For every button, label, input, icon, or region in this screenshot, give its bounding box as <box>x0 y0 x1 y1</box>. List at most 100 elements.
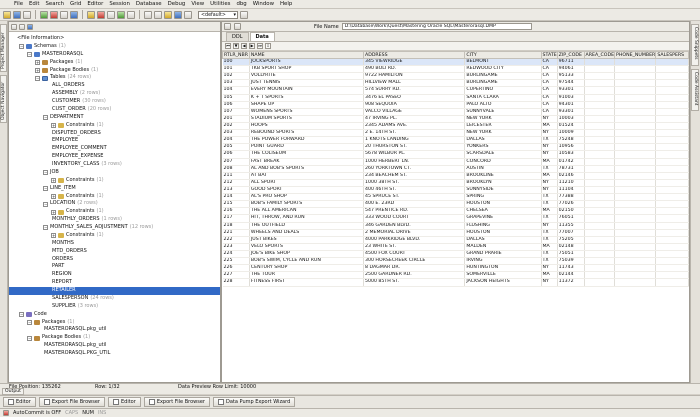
table-cell[interactable] <box>655 179 689 187</box>
tab-code-snippets[interactable]: Code Snippets <box>691 24 699 66</box>
table-cell[interactable]: 223 <box>222 243 250 251</box>
menu-session[interactable]: Session <box>109 1 130 7</box>
table-cell[interactable]: AT BAT <box>249 172 365 180</box>
load-icon[interactable] <box>27 23 33 30</box>
table-cell[interactable]: SOMERVILLE <box>464 271 542 280</box>
table-cell[interactable] <box>584 86 616 95</box>
tab-data[interactable]: Data <box>249 32 275 41</box>
filter-icon[interactable]: ▼ <box>233 43 239 49</box>
collapse-icon[interactable]: − <box>27 52 32 58</box>
table-cell[interactable] <box>655 214 689 223</box>
expand-icon[interactable]: + <box>51 209 56 215</box>
table-cell[interactable]: SCARSDALE <box>464 150 542 159</box>
table-cell[interactable] <box>655 186 689 195</box>
table-row[interactable]: 103 JUST TENNIS HILLVIEW MALL BURLINGAME CA 9… <box>222 79 689 88</box>
table-cell[interactable]: 217 <box>222 214 250 223</box>
table-row[interactable]: 226 CENTURY SHOP 8 DAGMAR DR. HUNTINGTON NY 1… <box>222 264 689 273</box>
table-cell[interactable]: WOMENS SPORTS <box>249 108 365 116</box>
table-cell[interactable] <box>614 186 657 195</box>
table-cell[interactable] <box>655 72 689 81</box>
expand-icon[interactable]: + <box>51 178 56 184</box>
table-cell[interactable]: CHELSEA <box>464 207 542 216</box>
menu-debug[interactable]: Debug <box>168 1 186 7</box>
table-cell[interactable]: 75039 <box>557 257 585 266</box>
table-cell[interactable] <box>655 101 689 109</box>
table-cell[interactable]: 908 SEQUOIA <box>363 101 466 109</box>
table-cell[interactable] <box>655 278 689 287</box>
tree-node[interactable]: ORDERS <box>9 256 220 264</box>
table-cell[interactable]: THE COLISEUM <box>249 150 365 159</box>
table-cell[interactable]: SUNNYSIDE <box>464 186 542 195</box>
table-cell[interactable]: THE OUTFIELD <box>249 222 365 230</box>
table-cell[interactable]: 23 WHITE ST. <box>363 243 466 251</box>
menu-utilities[interactable]: Utilities <box>210 1 230 7</box>
table-cell[interactable]: 225 <box>222 257 250 266</box>
column-header[interactable]: PHONE_NUMBER <box>614 51 657 59</box>
table-row[interactable]: 214 AL'S PRO SHOP 45 SPRUCE ST. SPRING TX 773… <box>222 193 689 202</box>
table-cell[interactable]: DALLAS <box>464 236 542 244</box>
table-cell[interactable]: 10009 <box>557 129 585 138</box>
table-cell[interactable]: IRVING <box>464 257 542 266</box>
explain-plan-icon[interactable] <box>127 10 135 19</box>
table-cell[interactable]: WHEELS AND DEALS <box>249 229 365 237</box>
table-cell[interactable]: 5678 WILBUR PL. <box>363 150 466 159</box>
table-row[interactable]: 105 K + T SPORTS 3476 EL PASEO SANTA CLARA C… <box>222 94 689 102</box>
column-header[interactable]: ZIP_CODE <box>556 51 585 59</box>
tree-node[interactable]: − LINE_ITEM <box>9 185 220 193</box>
table-cell[interactable]: 75205 <box>557 236 585 244</box>
table-cell[interactable]: 94061 <box>557 65 585 74</box>
table-cell[interactable]: 400 E. 23RD <box>363 200 466 209</box>
table-cell[interactable]: 11104 <box>557 186 585 195</box>
table-row[interactable]: 106 SHAPE UP 908 SEQUOIA PALO ALTO CA 94301 <box>222 101 689 109</box>
paste-icon[interactable] <box>154 10 162 19</box>
table-cell[interactable] <box>584 94 616 102</box>
table-cell[interactable] <box>655 115 689 123</box>
table-cell[interactable]: 01742 <box>557 158 585 166</box>
table-cell[interactable]: NY <box>541 115 558 123</box>
table-cell[interactable]: 3476 EL PASEO <box>363 94 466 102</box>
table-cell[interactable] <box>655 172 689 180</box>
table-cell[interactable] <box>614 129 657 138</box>
tree-node[interactable]: + Constraints (1) <box>9 232 220 240</box>
table-cell[interactable]: 10583 <box>557 150 585 159</box>
table-cell[interactable]: EVERY MOUNTAIN <box>249 86 365 95</box>
table-cell[interactable]: TX <box>541 136 558 145</box>
tree-node[interactable]: − Code <box>9 311 220 319</box>
tree-node[interactable]: + Packages (1) <box>9 59 220 67</box>
table-cell[interactable]: FLUSHING <box>464 222 542 230</box>
task-export-browser-1[interactable]: Export File Browser <box>38 397 105 407</box>
menu-dbg[interactable]: dbg <box>236 1 246 7</box>
copy-icon[interactable] <box>144 10 152 19</box>
table-cell[interactable] <box>655 264 689 273</box>
table-cell[interactable]: HIT, THROW, AND RUN <box>249 214 365 223</box>
table-cell[interactable] <box>614 158 657 166</box>
tree-node[interactable]: + Package Bodies (1) <box>9 67 220 75</box>
table-row[interactable]: 208 AL AND BOB'S SPORTS 260 YORKTOWN CT. AU… <box>222 165 689 173</box>
table-cell[interactable] <box>584 200 616 209</box>
table-row[interactable]: 212 ALL SPORT 1000 38TH ST. BROOKLYN NY 11210 <box>222 179 689 187</box>
table-cell[interactable]: 01524 <box>557 122 585 131</box>
table-cell[interactable] <box>655 200 689 209</box>
tab-object-navigator[interactable]: Object Navigator <box>0 75 7 123</box>
expand-icon[interactable]: + <box>35 60 40 66</box>
table-cell[interactable]: 94301 <box>557 101 585 109</box>
table-cell[interactable]: TX <box>541 165 558 173</box>
table-cell[interactable]: HILLVIEW MALL <box>363 79 466 88</box>
table-row[interactable]: 107 WOMENS SPORTS VALCO VILLAGE SUNNYVALE CA… <box>222 108 689 116</box>
table-cell[interactable]: NY <box>541 150 558 159</box>
collapse-icon[interactable]: − <box>43 186 48 192</box>
table-cell[interactable] <box>655 158 689 166</box>
table-row[interactable]: 216 THE ALL AMERICAN 547 PRENTICE RD. CHELS… <box>222 207 689 216</box>
table-cell[interactable]: 1 KNOTS LANDING <box>363 136 466 145</box>
table-cell[interactable]: HUNTINGTON <box>464 264 542 273</box>
table-cell[interactable] <box>655 236 689 244</box>
table-cell[interactable]: 93301 <box>557 86 585 95</box>
table-cell[interactable]: 203 <box>222 129 250 138</box>
table-cell[interactable]: 2500 GARDNER RD. <box>363 271 466 280</box>
menu-window[interactable]: Window <box>253 1 274 7</box>
table-cell[interactable]: CUPERTINO <box>464 86 542 95</box>
table-cell[interactable] <box>584 278 616 287</box>
collapse-icon[interactable]: − <box>19 312 24 318</box>
table-cell[interactable]: 226 <box>222 264 250 273</box>
table-cell[interactable]: GRAPEVINE <box>464 214 542 223</box>
